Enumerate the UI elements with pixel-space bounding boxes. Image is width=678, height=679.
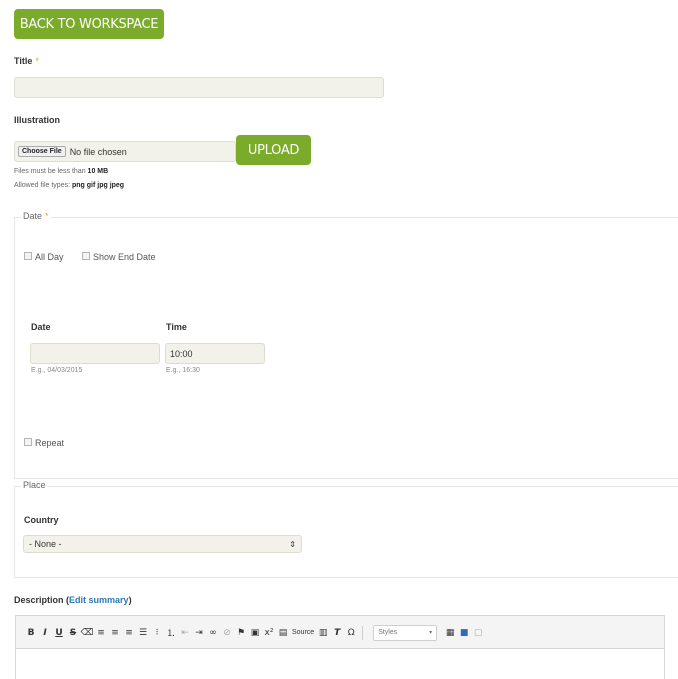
bulleted-list-icon[interactable]: ⁝: [150, 628, 164, 638]
indent-icon[interactable]: ⇥: [192, 628, 206, 638]
time-label: Time: [166, 322, 187, 332]
italic-icon[interactable]: I: [38, 628, 52, 638]
description-label-text: Description: [14, 595, 64, 605]
align-left-icon[interactable]: ≡: [94, 628, 108, 638]
source-button-label[interactable]: Source: [292, 629, 314, 636]
file-size-prefix: Files must be less than: [14, 168, 86, 175]
date-legend-text: Date: [23, 211, 43, 221]
edit-summary-link[interactable]: Edit summary: [69, 595, 129, 605]
show-end-date-checkbox[interactable]: Show End Date: [82, 247, 156, 265]
description-editor-area[interactable]: [15, 648, 665, 679]
date-fieldset-left-border: [14, 217, 15, 479]
toolbar-separator: [362, 625, 364, 640]
media-icon[interactable]: ■: [457, 628, 471, 638]
time-hint: E.g., 16:30: [166, 367, 200, 374]
file-types-note: Allowed file types: png gif jpg jpeg: [14, 182, 124, 189]
title-label-text: Title: [14, 56, 33, 66]
strikethrough-icon[interactable]: S: [66, 628, 80, 638]
time-input-value: 10:00: [170, 348, 193, 359]
numbered-list-icon[interactable]: ⒈: [164, 626, 178, 639]
outdent-icon[interactable]: ⇤: [178, 628, 192, 638]
repeat-checkbox[interactable]: Repeat: [24, 433, 64, 451]
title-label: Title *: [14, 56, 39, 66]
anchor-flag-icon[interactable]: ⚑: [234, 628, 248, 638]
required-marker: *: [35, 56, 39, 66]
description-label: Description (Edit summary): [14, 595, 132, 605]
bold-icon[interactable]: B: [24, 628, 38, 638]
date-label: Date: [31, 322, 51, 332]
choose-file-button[interactable]: Choose File: [18, 146, 66, 157]
upload-button[interactable]: UPLOAD: [236, 135, 311, 165]
link-icon[interactable]: ∞: [206, 628, 220, 638]
date-required-marker: *: [45, 211, 49, 221]
paste-icon[interactable]: ▥: [316, 628, 330, 638]
file-input[interactable]: Choose File No file chosen: [14, 141, 236, 162]
checkbox-box[interactable]: [24, 251, 32, 260]
file-types-prefix: Allowed file types:: [14, 182, 71, 189]
select-arrows-icon: ⇕: [289, 539, 296, 549]
align-right-icon[interactable]: ≡: [122, 628, 136, 638]
clear-formatting-icon[interactable]: T: [330, 628, 344, 638]
edit-summary-paren-close: ): [128, 595, 132, 605]
date-legend: Date *: [21, 211, 51, 221]
all-day-checkbox[interactable]: All Day: [24, 247, 64, 265]
no-file-chosen-text: No file chosen: [69, 146, 127, 157]
place-fieldset-top-border: [14, 486, 678, 487]
date-fieldset-bottom-border: [14, 478, 678, 479]
country-select[interactable]: - None - ⇕: [23, 535, 302, 553]
back-to-workspace-button[interactable]: BACK TO WORKSPACE: [14, 9, 164, 39]
image-icon[interactable]: ▣: [248, 628, 262, 638]
special-character-icon[interactable]: Ω: [344, 628, 358, 638]
country-label: Country: [24, 515, 59, 525]
styles-dropdown[interactable]: Styles ▾: [373, 624, 438, 641]
checkbox-box[interactable]: [82, 251, 90, 260]
styles-dropdown-label: Styles: [378, 629, 398, 636]
place-fieldset-left-border: [14, 486, 15, 577]
superscript-icon[interactable]: x²: [262, 628, 276, 638]
date-input[interactable]: [30, 343, 160, 364]
file-size-value: 10 MB: [87, 168, 109, 175]
source-icon[interactable]: ▤: [276, 628, 290, 638]
file-types-value: png gif jpg jpeg: [71, 182, 125, 189]
illustration-label: Illustration: [14, 115, 61, 125]
underline-icon[interactable]: U: [52, 628, 66, 638]
unlink-icon[interactable]: ⊘: [220, 628, 234, 638]
file-size-note: Files must be less than 10 MB: [14, 168, 108, 175]
place-legend: Place: [21, 480, 48, 490]
show-end-date-label: Show End Date: [93, 252, 156, 262]
all-day-label: All Day: [35, 252, 64, 262]
justify-icon[interactable]: ☰: [136, 628, 150, 638]
title-input[interactable]: [14, 77, 384, 98]
time-input[interactable]: 10:00: [165, 343, 265, 364]
place-fieldset-bottom-border: [14, 577, 678, 578]
remove-format-icon[interactable]: ⌫: [80, 628, 94, 638]
table-icon[interactable]: ▦: [443, 628, 457, 638]
repeat-label: Repeat: [35, 438, 65, 448]
country-selected-value: - None -: [29, 539, 62, 549]
date-fieldset-top-border: [14, 217, 678, 218]
editor-toolbar: B I U S ⌫ ≡ ≡ ≡ ☰ ⁝ ⒈ ⇤ ⇥ ∞ ⊘ ⚑ ▣ x² ▤ S…: [15, 615, 665, 649]
align-center-icon[interactable]: ≡: [108, 628, 122, 638]
save-icon[interactable]: ▢: [471, 628, 485, 638]
date-hint: E.g., 04/03/2015: [31, 367, 83, 374]
dropdown-arrow-icon: ▾: [429, 630, 433, 636]
checkbox-box[interactable]: [24, 437, 32, 446]
